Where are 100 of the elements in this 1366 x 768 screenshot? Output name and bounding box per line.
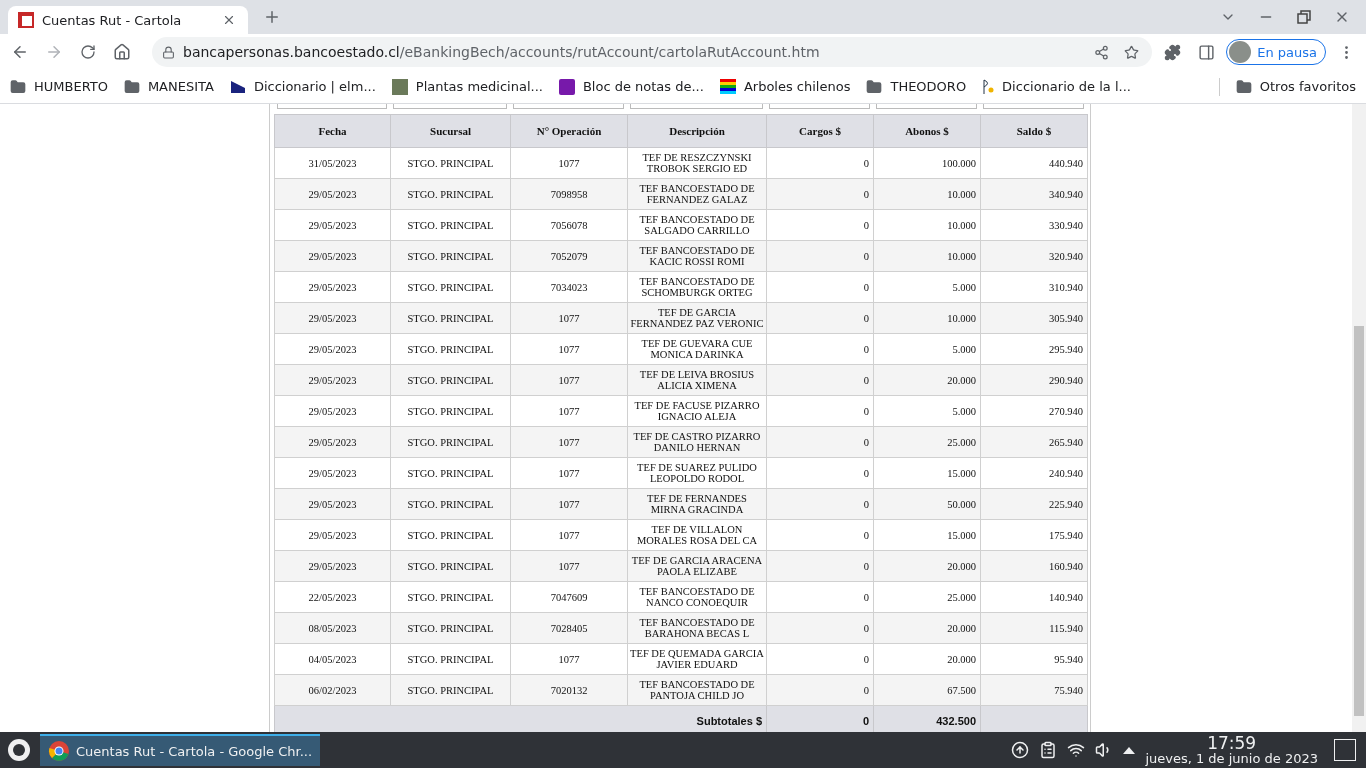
scrollbar-thumb[interactable] [1354,326,1364,716]
table-cell: TEF DE LEIVA BROSIUS ALICIA XIMENA [627,364,767,396]
tab-title: Cuentas Rut - Cartola [42,12,183,28]
browser-tab[interactable]: Cuentas Rut - Cartola [8,6,248,34]
update-icon[interactable] [1011,741,1030,759]
bookmark[interactable]: Diccionario | elm... [229,78,376,95]
table-cell: 100.000 [873,147,981,179]
table-cell: 7028405 [510,612,628,644]
table-cell: 29/05/2023 [274,395,391,427]
show-desktop-button[interactable] [1334,739,1356,761]
table-cell: TEF DE GARCIA FERNANDEZ PAZ VERONIC [627,302,767,334]
table-cell: 1077 [510,147,628,179]
table-cell: 10.000 [873,302,981,334]
column-header: Cargos $ [766,114,874,148]
clipboard-icon[interactable] [1039,741,1058,759]
table-cell: TEF DE GARCIA ARACENA PAOLA ELIZABE [627,550,767,582]
table-cell: 29/05/2023 [274,178,391,210]
lock-icon [162,45,175,59]
table-cell: 0 [766,519,874,551]
table-cell: STGO. PRINCIPAL [390,240,511,272]
table-cell: 1077 [510,426,628,458]
table-cell: TEF DE SUAREZ PULIDO LEOPOLDO RODOL [627,457,767,489]
table-cell: 04/05/2023 [274,643,391,675]
table-cell: 320.940 [980,240,1088,272]
table-cell: 140.940 [980,581,1088,613]
table-cell: TEF BANCOESTADO DE PANTOJA CHILD JO [627,674,767,706]
table-cell: 295.940 [980,333,1088,365]
site-icon [229,78,246,95]
table-cell: 20.000 [873,550,981,582]
bookmark[interactable]: Otros favoritos [1235,78,1356,95]
folder-icon [1235,78,1252,95]
table-cell: 5.000 [873,395,981,427]
table-cell: 1077 [510,302,628,334]
table-cell: 0 [766,302,874,334]
table-cell: 1077 [510,457,628,489]
table-cell: 240.940 [980,457,1088,489]
table-cell: TEF DE QUEMADA GARCIA JAVIER EDUARD [627,643,767,675]
table-cell: STGO. PRINCIPAL [390,209,511,241]
table-cell: 06/02/2023 [274,674,391,706]
chrome-icon [48,740,70,762]
table-cell: 29/05/2023 [274,550,391,582]
table-cell: 0 [766,209,874,241]
table-cell: STGO. PRINCIPAL [390,302,511,334]
bookmark[interactable]: MANESITA [123,78,214,95]
table-cell: 0 [766,457,874,489]
table-cell: 29/05/2023 [274,240,391,272]
bookmark[interactable]: Arboles chilenos [719,78,851,95]
table-cell: STGO. PRINCIPAL [390,488,511,520]
table-cell: 29/05/2023 [274,364,391,396]
bookmark[interactable]: HUMBERTO [10,78,108,95]
profile-button[interactable]: En pausa [1226,39,1326,65]
wifi-icon[interactable] [1067,741,1086,759]
tray-expand-icon[interactable] [1123,746,1136,754]
table-cell: 29/05/2023 [274,333,391,365]
table-cell: 50.000 [873,488,981,520]
table-cell: 0 [766,333,874,365]
table-cell: 0 [766,178,874,210]
table-cell: 15.000 [873,457,981,489]
scrollbar[interactable] [1352,104,1366,732]
taskbar-window[interactable]: Cuentas Rut - Cartola - Google Chr... [40,734,321,766]
table-cell: 5.000 [873,271,981,303]
table-cell: 0 [766,147,874,179]
table-cell: 0 [766,364,874,396]
table-cell: 1077 [510,395,628,427]
table-cell: STGO. PRINCIPAL [390,333,511,365]
clock[interactable]: 17:59 jueves, 1 de junio de 2023 [1145,735,1318,765]
table-cell: 270.940 [980,395,1088,427]
table-cell: 1077 [510,333,628,365]
table-cell: 0 [766,581,874,613]
table-cell: TEF DE VILLALON MORALES ROSA DEL CA [627,519,767,551]
bookmark[interactable]: THEODORO [866,78,967,95]
table-cell: 115.940 [980,612,1088,644]
bookmark[interactable]: Diccionario de la l... [982,78,1131,95]
table-cell: 1077 [510,519,628,551]
address-bar[interactable]: bancapersonas.bancoestado.cl/eBankingBech/accounts/rutAccount/cartolaRutAccount.htm [152,37,1153,67]
table-cell: 29/05/2023 [274,457,391,489]
table-cell: 25.000 [873,581,981,613]
table-cell: 7034023 [510,271,628,303]
subtotal-cell: 432.500 [873,705,981,732]
bookmark[interactable]: Plantas medicinal... [391,78,543,95]
table-cell: 5.000 [873,333,981,365]
column-header: Abonos $ [873,114,981,148]
notes-icon [558,78,575,95]
table-cell: TEF BANCOESTADO DE SALGADO CARRILLO [627,209,767,241]
table-cell: 1077 [510,364,628,396]
table-cell: 25.000 [873,426,981,458]
table-cell: 225.940 [980,488,1088,520]
table-cell: TEF BANCOESTADO DE FERNANDEZ GALAZ [627,178,767,210]
table-cell: 29/05/2023 [274,519,391,551]
table-cell: STGO. PRINCIPAL [390,643,511,675]
column-header: Saldo $ [980,114,1088,148]
bank-logo-icon [18,12,34,28]
table-cell: 31/05/2023 [274,147,391,179]
table-cell: 0 [766,643,874,675]
table-cell: 10.000 [873,178,981,210]
photo-icon [391,78,408,95]
table-cell: TEF BANCOESTADO DE SCHOMBURGK ORTEG [627,271,767,303]
table-cell: 0 [766,426,874,458]
bookmark[interactable]: Bloc de notas de... [558,78,704,95]
table-cell: 29/05/2023 [274,426,391,458]
